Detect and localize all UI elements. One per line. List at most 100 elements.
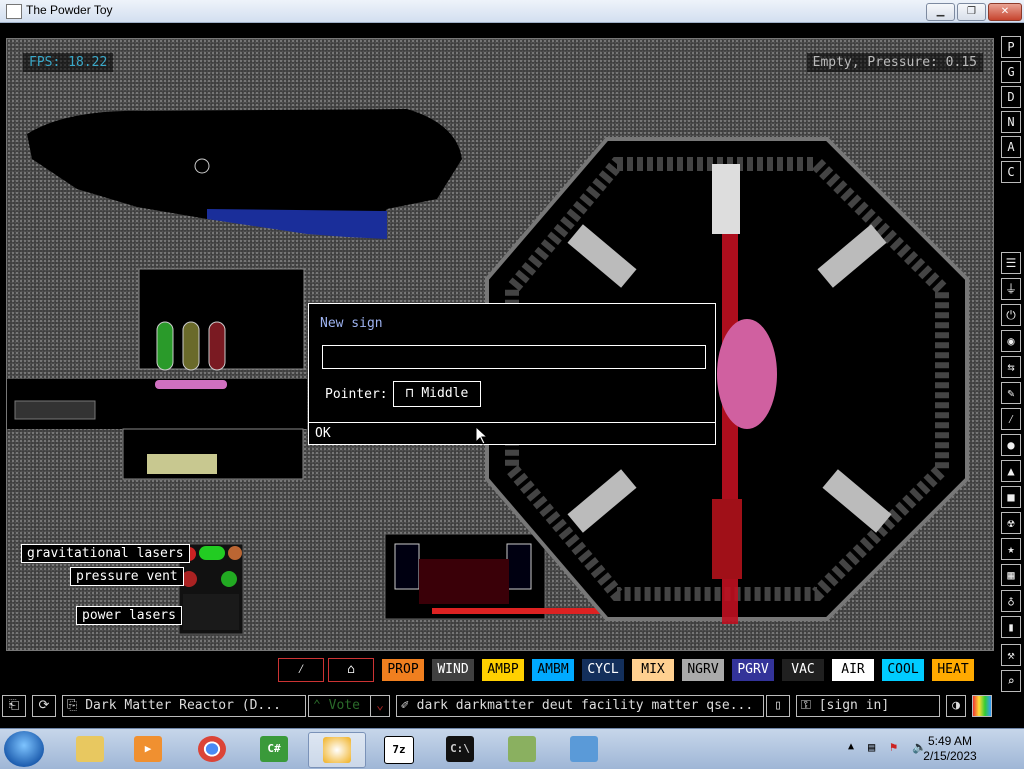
login-button[interactable]: ⚿ [sign in]	[796, 695, 940, 717]
element-heat[interactable]: HEAT	[931, 658, 975, 682]
bottom-bar: ⎗ ⟳ ⎘ Dark Matter Reactor (D... ⌃ Vote ⌄…	[0, 694, 1024, 718]
dialog-title: New sign	[320, 316, 383, 331]
maximize-button[interactable]: ❐	[957, 3, 986, 21]
control-panel-icon	[570, 736, 598, 762]
wand-tool[interactable]: ⁄	[278, 658, 324, 682]
taskbar-network[interactable]	[494, 732, 550, 766]
title-bar[interactable]: The Powder Toy ▁ ❐ ✕	[0, 0, 1024, 23]
button-g[interactable]: G	[1001, 61, 1021, 83]
element-air[interactable]: AIR	[831, 658, 875, 682]
chrome-icon	[198, 736, 226, 762]
taskbar-cmd[interactable]: C:\	[432, 732, 488, 766]
element-cool[interactable]: COOL	[881, 658, 925, 682]
maximize-icon: ❐	[967, 6, 976, 17]
taskbar-csharp[interactable]: C#	[246, 732, 302, 766]
new-button[interactable]: ▯	[766, 695, 790, 717]
app-window: The Powder Toy ▁ ❐ ✕ FPS: 18.22 Empty, P…	[0, 0, 1024, 769]
element-ambp[interactable]: AMBP	[481, 658, 525, 682]
element-mix[interactable]: MIX	[631, 658, 675, 682]
sign-text-input[interactable]	[322, 345, 706, 369]
csharp-icon: C#	[260, 736, 288, 762]
taskbar-media[interactable]: ▶	[120, 732, 176, 766]
login-text: [sign in]	[818, 698, 890, 713]
life-icon[interactable]: ▦	[1001, 564, 1021, 586]
bookmark-icon[interactable]: ▮	[1001, 616, 1021, 638]
button-a[interactable]: A	[1001, 136, 1021, 158]
open-icon: ⎗	[8, 698, 20, 713]
button-c[interactable]: C	[1001, 161, 1021, 183]
bulb-icon[interactable]: ♁	[1001, 590, 1021, 612]
start-button[interactable]	[4, 731, 44, 767]
menu-icon[interactable]: ☰	[1001, 252, 1021, 274]
media-player-icon: ▶	[134, 736, 162, 762]
taskbar-explorer[interactable]	[62, 732, 118, 766]
save-icon: ⎘	[67, 698, 86, 713]
power-icon[interactable]: ⏻	[1001, 304, 1021, 326]
pointer-label: Pointer:	[325, 387, 388, 402]
search-icon[interactable]: ⌕	[1001, 670, 1021, 692]
sign-tool[interactable]: ⌂	[328, 658, 374, 682]
sign-icon: ⌂	[347, 662, 355, 677]
sign-gravitational-lasers[interactable]: gravitational lasers	[21, 544, 190, 563]
tray-arrow-icon[interactable]: ▲	[848, 741, 854, 752]
tags-button[interactable]: ✐ dark darkmatter deut facility matter q…	[396, 695, 764, 717]
thumbs-down-icon: ⌄	[376, 698, 384, 713]
open-button[interactable]: ⎗	[2, 695, 26, 717]
taskbar-7zip[interactable]: 7z	[370, 732, 426, 766]
sign-pointer-icon: ⊓	[405, 386, 422, 401]
taskbar-control-panel[interactable]	[556, 732, 612, 766]
settings-button[interactable]: ◑	[946, 695, 966, 717]
element-wind[interactable]: WIND	[431, 658, 475, 682]
window-title: The Powder Toy	[26, 3, 113, 17]
element-ambm[interactable]: AMBM	[531, 658, 575, 682]
taskbar-powder-toy[interactable]	[308, 732, 366, 768]
clock-time: 5:49 AM	[927, 734, 973, 748]
element-prop[interactable]: PROP	[381, 658, 425, 682]
star-icon[interactable]: ★	[1001, 538, 1021, 560]
sensor-icon[interactable]: ◉	[1001, 330, 1021, 352]
sign-pressure-vent[interactable]: pressure vent	[70, 567, 184, 586]
element-vac[interactable]: VAC	[781, 658, 825, 682]
pointer-value: Middle	[421, 386, 469, 401]
pressure-display: Empty, Pressure: 0.15	[806, 53, 983, 72]
save-name: Dark Matter Reactor (D...	[85, 698, 281, 713]
taskbar-chrome[interactable]	[184, 732, 240, 766]
arrows-icon[interactable]: ⇆	[1001, 356, 1021, 378]
element-pgrv[interactable]: PGRV	[731, 658, 775, 682]
button-d[interactable]: D	[1001, 86, 1021, 108]
render-mode-button[interactable]	[972, 695, 992, 717]
button-p[interactable]: P	[1001, 36, 1021, 58]
square-icon[interactable]: ■	[1001, 486, 1021, 508]
element-ngrv[interactable]: NGRV	[681, 658, 725, 682]
reload-button[interactable]: ⟳	[32, 695, 56, 717]
sign-power-lasers[interactable]: power lasers	[76, 606, 182, 625]
brush-icon[interactable]: ✎	[1001, 382, 1021, 404]
pen-icon[interactable]: ⁄	[1001, 408, 1021, 430]
radiation-icon[interactable]: ☢	[1001, 512, 1021, 534]
tray-network-icon[interactable]: ▤	[868, 740, 875, 754]
key-icon: ⚿	[801, 698, 819, 713]
vote-up-button[interactable]: ⌃ Vote	[308, 695, 374, 717]
taskbar: ▶ C# 7z C:\ ▲ ▤ ⚑ 🔈 5:49 AM 2/15/2023	[0, 728, 1024, 769]
tray-flag-icon[interactable]: ⚑	[890, 740, 897, 754]
drop-icon[interactable]: ●	[1001, 434, 1021, 456]
category-menu: P G D N A C ☰ ⏚ ⏻ ◉ ⇆ ✎ ⁄ ● ▲ ■ ☢ ★ ▦ ♁ …	[999, 34, 1023, 724]
vote-down-button[interactable]: ⌄	[370, 695, 390, 717]
element-cycl[interactable]: CYCL	[581, 658, 625, 682]
vote-label: Vote	[328, 698, 360, 713]
minimize-icon: ▁	[936, 6, 945, 17]
powder-icon[interactable]: ▲	[1001, 460, 1021, 482]
save-name-button[interactable]: ⎘ Dark Matter Reactor (D...	[62, 695, 306, 717]
cave-water	[207, 209, 387, 239]
tool-icon[interactable]: ⚒	[1001, 644, 1021, 666]
ok-button[interactable]: OK	[309, 422, 715, 444]
clock[interactable]: 5:49 AM 2/15/2023	[920, 734, 980, 764]
plug-icon[interactable]: ⏚	[1001, 278, 1021, 300]
7zip-icon: 7z	[384, 736, 414, 764]
powder-toy-icon	[323, 737, 351, 763]
reload-icon: ⟳	[38, 698, 50, 713]
close-button[interactable]: ✕	[988, 3, 1022, 21]
pointer-dropdown[interactable]: ⊓ Middle	[393, 381, 481, 407]
button-n[interactable]: N	[1001, 111, 1021, 133]
minimize-button[interactable]: ▁	[926, 3, 955, 21]
